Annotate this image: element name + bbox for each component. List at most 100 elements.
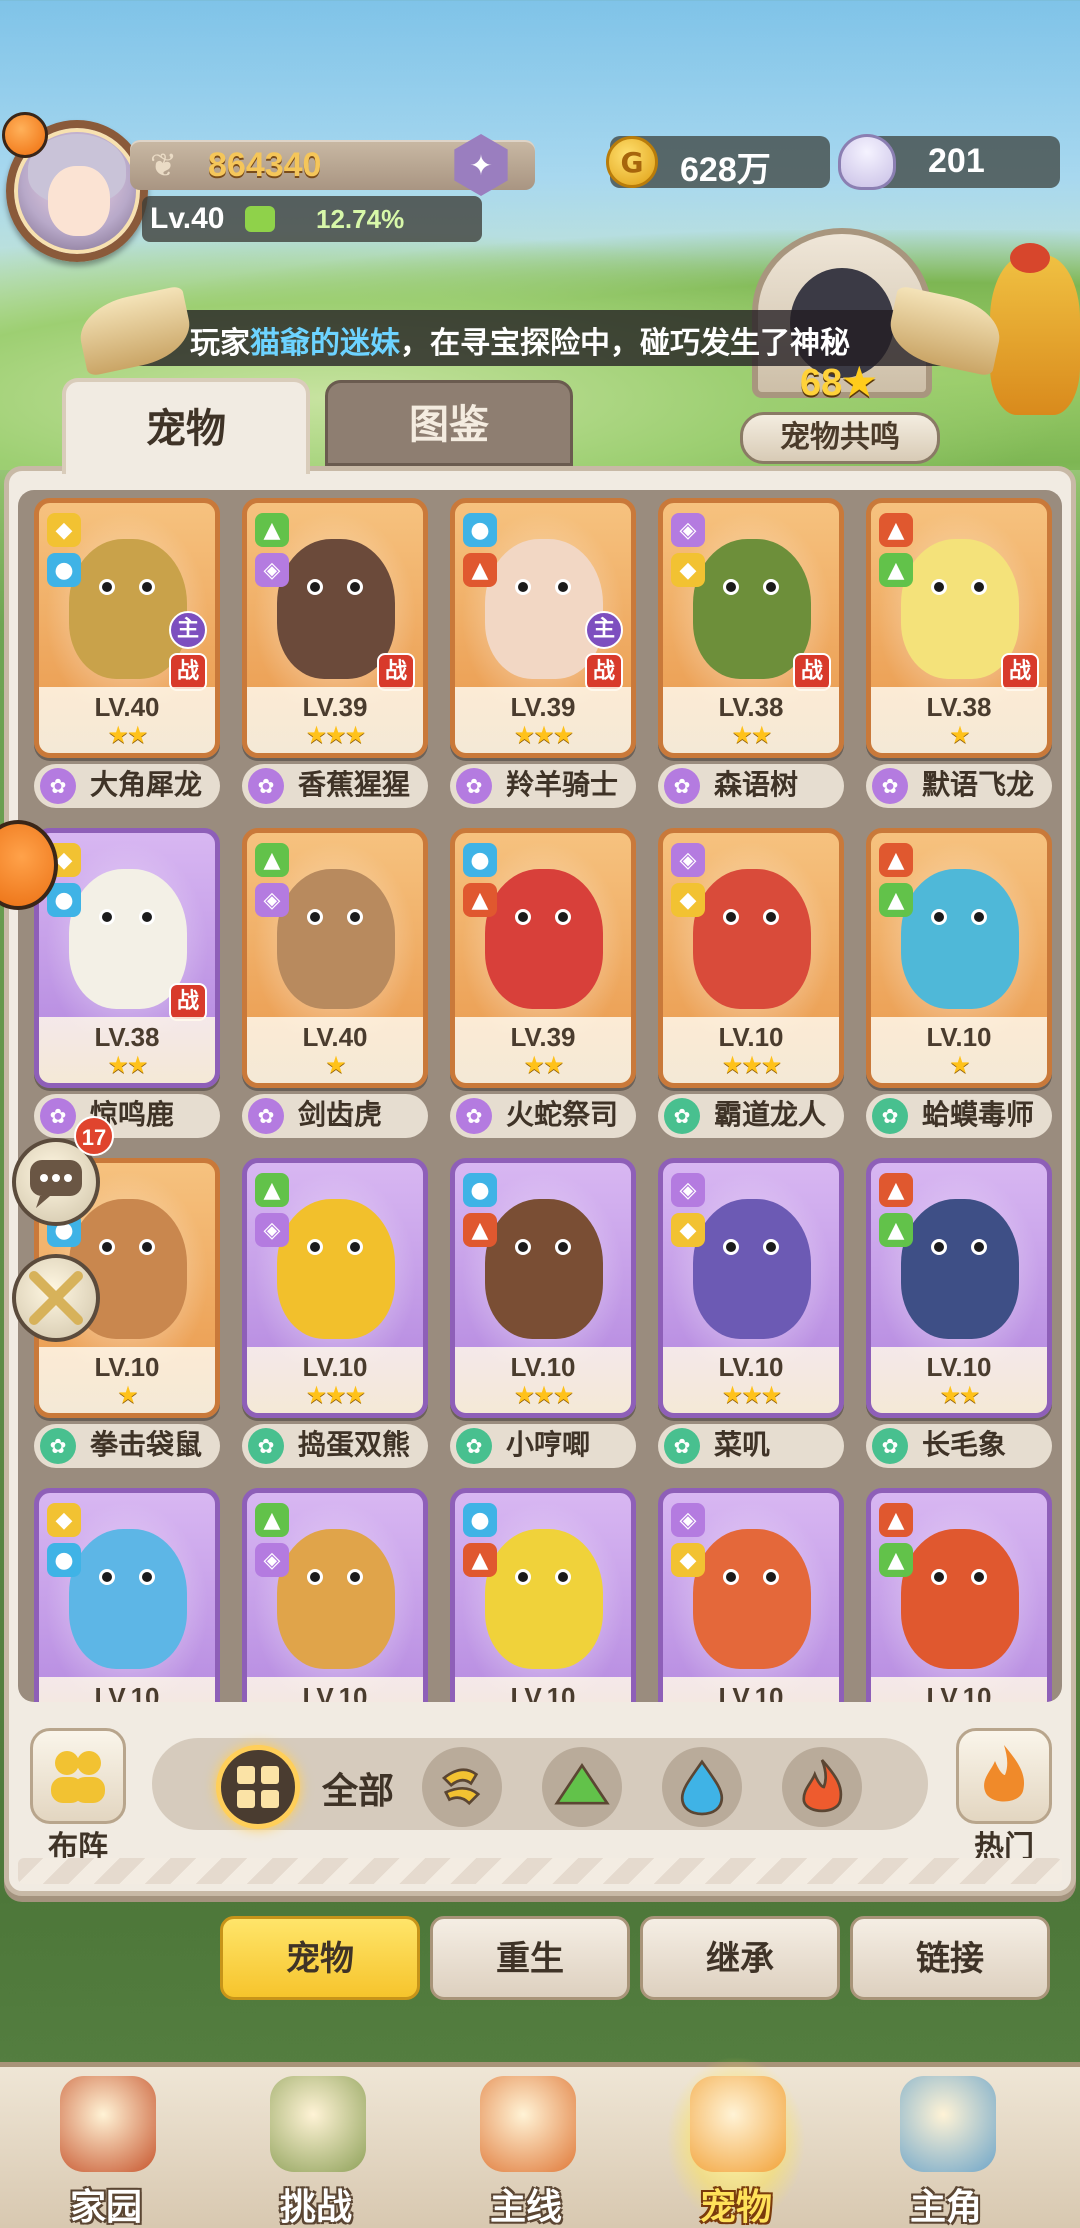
pet-eye (307, 909, 323, 925)
pet-level: LV.39 (302, 692, 368, 722)
companion-pet-icon[interactable] (2, 112, 48, 158)
pet-portrait (901, 869, 1019, 1009)
nav-hero[interactable]: 主角 (856, 2070, 1036, 2228)
nav-home[interactable]: 家园 (16, 2070, 196, 2228)
pet-card[interactable]: ◈ ◆ LV.10 ★★★ (658, 1158, 844, 1418)
nav-mainline[interactable]: 主线 (436, 2070, 616, 2228)
filter-wind-button[interactable] (422, 1747, 502, 1827)
pet-stars: ★★★ (513, 1381, 575, 1409)
pet-card[interactable]: ▲ ◈ 战 LV.39 ★★★ (242, 498, 428, 758)
pet-name-label: ✿ 羚羊骑士 (450, 764, 636, 808)
pet-eye (139, 909, 155, 925)
paw-icon: ✿ (40, 1098, 76, 1134)
pet-card[interactable]: ◈ ◆ LV.10 (658, 1488, 844, 1702)
rarity-icon: ▲ (879, 1503, 913, 1537)
filter-earth-button[interactable] (542, 1747, 622, 1827)
battle-tag-badge: 战 (377, 653, 415, 691)
pet-card[interactable]: ◈ ◆ LV.10 ★★★ (658, 828, 844, 1088)
battle-tag-badge: 战 (1001, 653, 1039, 691)
pet-eye (307, 1569, 323, 1585)
action-link-button[interactable]: 链接 (850, 1916, 1050, 2000)
action-rebirth-button[interactable]: 重生 (430, 1916, 630, 2000)
pet-name-label: ✿ 火蛇祭司 (450, 1094, 636, 1138)
pet-name-label: ✿ 默语飞龙 (866, 764, 1052, 808)
pet-eye (307, 1239, 323, 1255)
pet-eye (99, 1569, 115, 1585)
paw-icon: ✿ (664, 1428, 700, 1464)
exp-icon (245, 206, 275, 232)
rarity-icon: ▲ (255, 513, 289, 547)
resonance-value: 68★ (800, 360, 876, 405)
filter-fire-button[interactable] (782, 1747, 862, 1827)
coin-icon: G (606, 136, 658, 188)
pet-card[interactable]: ◆ ● 主 战 LV.40 ★★ (34, 498, 220, 758)
pet-name-label: ✿ 蛤蟆毒师 (866, 1094, 1052, 1138)
pet-name-label: ✿ 香蕉猩猩 (242, 764, 428, 808)
action-inherit-button[interactable]: 继承 (640, 1916, 840, 2000)
pet-card[interactable]: ◆ ● LV.10 (34, 1488, 220, 1702)
rarity-icon: ◈ (671, 1503, 705, 1537)
pet-card[interactable]: ▲ ◈ LV.10 ★★★ (242, 1158, 428, 1418)
pet-card[interactable]: ● ▲ 主 战 LV.39 ★★★ (450, 498, 636, 758)
exp-percent: 12.74% (316, 204, 405, 234)
pet-eye (763, 909, 779, 925)
pet-stars: ★★ (523, 1051, 564, 1079)
pet-card[interactable]: ● ▲ LV.10 ★★★ (450, 1158, 636, 1418)
action-pets-button[interactable]: 宠物 (220, 1916, 420, 2000)
pet-portrait (277, 1529, 395, 1669)
pet-name-label: ✿ 惊鸣鹿 (34, 1094, 220, 1138)
rarity-icon: ▲ (879, 843, 913, 877)
player-level: Lv.40 (150, 202, 225, 235)
pet-card[interactable]: ● ▲ LV.39 ★★ (450, 828, 636, 1088)
filter-all-button[interactable] (216, 1745, 300, 1829)
tab-pets[interactable]: 宠物 (62, 378, 310, 474)
rarity-icon: ◆ (47, 513, 81, 547)
paw-icon: ✿ (40, 768, 76, 804)
pet-grid[interactable]: ◆ ● 主 战 LV.40 ★★ ✿ 大角犀龙 ▲ ◈ 战 LV.39 ★★★ ✿ 香蕉… (18, 490, 1062, 1702)
rarity-icon: ◈ (671, 843, 705, 877)
nav-pet[interactable]: 宠物 (646, 2056, 826, 2228)
pet-level: LV.10 (926, 1352, 992, 1382)
pet-stars: ★ (325, 1051, 347, 1079)
team-icon (51, 1751, 105, 1803)
tab-dex[interactable]: 图鉴 (325, 380, 573, 466)
pet-card[interactable]: ▲ ◈ LV.10 (242, 1488, 428, 1702)
element-icon: ▲ (879, 1543, 913, 1577)
element-icon: ◈ (255, 1213, 289, 1247)
pet-eye (347, 1569, 363, 1585)
decorative-strip (18, 1858, 1062, 1884)
pet-eye (347, 1239, 363, 1255)
ticker-player: 猫爺的迷妹 (250, 326, 400, 361)
paw-icon: ✿ (456, 1098, 492, 1134)
nav-challenge[interactable]: 挑战 (226, 2070, 406, 2228)
pet-eye (515, 579, 531, 595)
pet-eye (763, 1569, 779, 1585)
nav-label: 主线 (489, 2187, 562, 2228)
battle-button[interactable] (12, 1254, 100, 1342)
rarity-icon: ▲ (879, 1173, 913, 1207)
pet-card[interactable]: ▲ ▲ LV.10 ★★ (866, 1158, 1052, 1418)
pet-card[interactable]: ▲ ▲ LV.10 ★ (866, 828, 1052, 1088)
pet-eye (347, 579, 363, 595)
hot-button[interactable] (956, 1728, 1052, 1824)
grid-icon (237, 1766, 279, 1808)
nav-label: 家园 (69, 2187, 142, 2228)
paw-icon: ✿ (456, 768, 492, 804)
rarity-icon: ▲ (879, 513, 913, 547)
pet-level: LV.39 (510, 692, 576, 722)
rarity-icon: ▲ (255, 1173, 289, 1207)
pet-card[interactable]: ● ▲ LV.10 (450, 1488, 636, 1702)
formation-button[interactable] (30, 1728, 126, 1824)
pet-card[interactable]: ◆ ● 战 LV.38 ★★ (34, 828, 220, 1088)
pet-eye (763, 1239, 779, 1255)
pet-card[interactable]: ◈ ◆ 战 LV.38 ★★ (658, 498, 844, 758)
resonance-label[interactable]: 宠物共鸣 (740, 412, 940, 464)
pet-eye (515, 1239, 531, 1255)
nav-label: 宠物 (699, 2187, 772, 2228)
pet-card[interactable]: ▲ ▲ 战 LV.38 ★ (866, 498, 1052, 758)
filter-water-button[interactable] (662, 1747, 742, 1827)
pet-card[interactable]: ▲ ◈ LV.40 ★ (242, 828, 428, 1088)
element-icon: ◆ (671, 553, 705, 587)
pet-card[interactable]: ▲ ▲ LV.10 (866, 1488, 1052, 1702)
coin-amount: 628万 (680, 151, 771, 189)
